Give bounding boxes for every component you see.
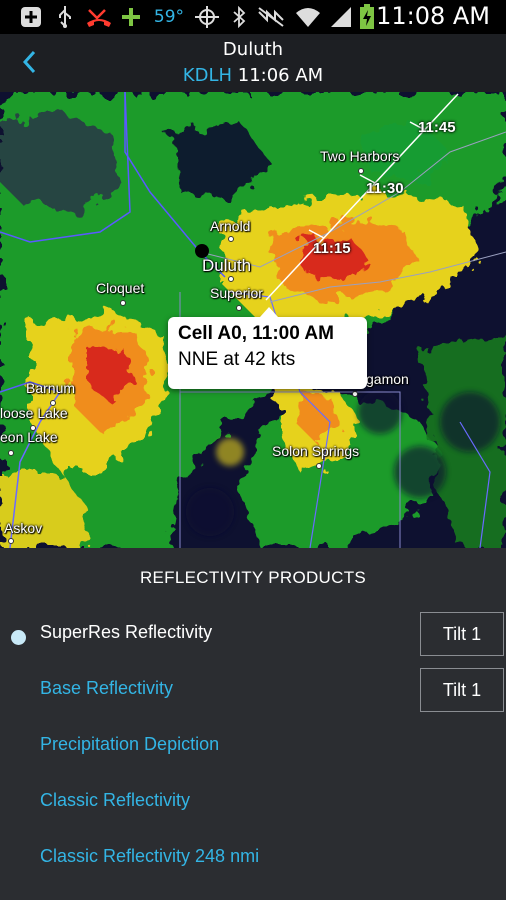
mute-icon	[256, 5, 286, 29]
product-item-precipitation-depiction[interactable]: Precipitation Depiction	[0, 720, 506, 776]
place-dot	[352, 391, 358, 397]
place-label: eon Lake	[0, 429, 58, 445]
track-time-label: 11:45	[418, 119, 456, 136]
place-label: Solon Springs	[272, 443, 360, 459]
radar-subtitle: KDLH 11:06 AM	[0, 65, 506, 86]
app-header: Duluth KDLH 11:06 AM	[0, 34, 506, 92]
bluetooth-icon	[230, 5, 248, 29]
place-dot	[228, 276, 234, 282]
place-dot	[120, 300, 126, 306]
add-icon	[18, 5, 44, 29]
signal-icon	[328, 5, 354, 29]
location-title: Duluth	[222, 39, 284, 60]
station-id: KDLH	[182, 65, 233, 86]
temperature-readout: 59°	[153, 7, 185, 27]
app-screen: 59° 11:08 AM Duluth KDLH 11:06 AM Two Ha…	[0, 0, 506, 900]
place-label: Cloquet	[96, 280, 145, 296]
product-label: Classic Reflectivity	[40, 790, 191, 810]
radar-time: 11:06 AM	[237, 65, 324, 86]
place-dot	[358, 168, 364, 174]
product-label: SuperRes Reflectivity	[40, 622, 213, 642]
radar-map[interactable]: Two Harbors Arnold Duluth Superior Cloqu…	[0, 92, 506, 548]
product-item-superres-reflectivity[interactable]: SuperRes Reflectivity Tilt 1	[0, 608, 506, 664]
usb-icon	[54, 5, 76, 29]
product-label: Classic Reflectivity 248 nmi	[40, 846, 260, 866]
place-dot	[8, 450, 14, 456]
product-label: Precipitation Depiction	[40, 734, 220, 754]
place-dot	[228, 236, 234, 242]
status-bar: 59° 11:08 AM	[0, 0, 506, 34]
plus-icon	[120, 5, 142, 29]
callout-detail: NNE at 42 kts	[178, 349, 296, 370]
storm-cell-callout[interactable]: Cell A0, 11:00 AM NNE at 42 kts	[168, 307, 367, 389]
track-time-label: 11:15	[313, 240, 351, 257]
place-label: gamon	[366, 371, 409, 387]
products-title: REFLECTIVITY PRODUCTS	[139, 568, 367, 587]
place-dot	[236, 305, 242, 311]
product-item-base-reflectivity[interactable]: Base Reflectivity Tilt 1	[0, 664, 506, 720]
product-label: Base Reflectivity	[40, 678, 174, 698]
clock: 11:08 AM	[376, 2, 490, 30]
callout-title: Cell A0, 11:00 AM	[178, 323, 334, 344]
place-label: Arnold	[210, 218, 251, 234]
tilt-button[interactable]: Tilt 1	[420, 668, 504, 712]
track-time-label: 11:30	[366, 180, 404, 197]
tilt-button[interactable]: Tilt 1	[420, 612, 504, 656]
gps-icon	[192, 5, 222, 29]
place-label: loose Lake	[0, 405, 68, 421]
wifi-icon	[294, 5, 322, 29]
place-label: Askov	[4, 520, 43, 536]
products-panel: REFLECTIVITY PRODUCTS SuperRes Reflectiv…	[0, 548, 506, 900]
selected-indicator-icon	[11, 630, 26, 645]
battery-charging-icon	[358, 4, 376, 29]
place-dot	[316, 463, 322, 469]
place-dot	[8, 538, 14, 544]
place-label: Two Harbors	[320, 148, 400, 164]
missed-call-icon	[84, 5, 114, 29]
product-item-classic-reflectivity-248[interactable]: Classic Reflectivity 248 nmi	[0, 832, 506, 888]
place-label: Superior	[210, 285, 263, 301]
place-label: Barnum	[26, 380, 76, 396]
place-label: Duluth	[202, 256, 252, 275]
product-item-classic-reflectivity[interactable]: Classic Reflectivity	[0, 776, 506, 832]
